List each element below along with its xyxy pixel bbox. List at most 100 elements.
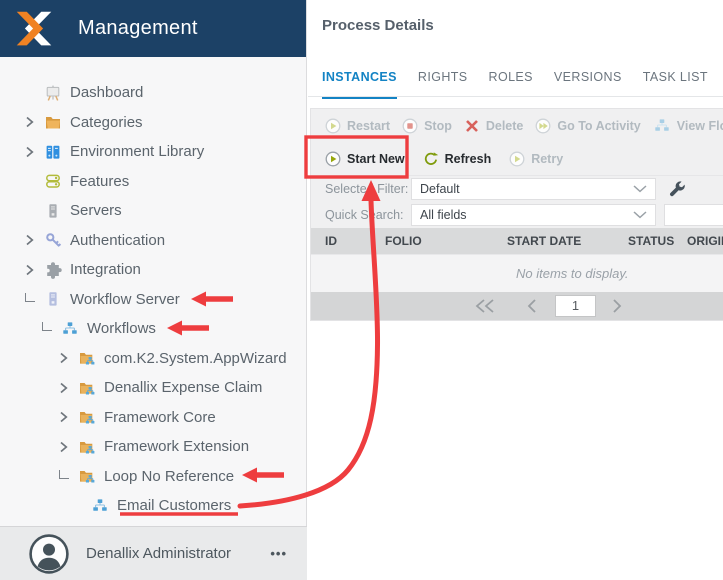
process-folder-icon <box>77 378 96 397</box>
sidebar-item-loop-no-reference[interactable]: Loop No Reference <box>0 462 306 492</box>
wrench-icon <box>668 180 686 198</box>
user-bar: Denallix Administrator ••• <box>0 526 307 580</box>
process-folder-icon <box>77 467 96 486</box>
library-icon <box>43 142 62 161</box>
tab-versions[interactable]: VERSIONS <box>554 70 622 99</box>
chevron-right-icon[interactable] <box>22 116 38 128</box>
quick-search-field-dropdown[interactable]: All fields <box>411 204 656 226</box>
sidebar-item-authentication[interactable]: Authentication <box>0 226 306 256</box>
delete-x-icon <box>464 118 480 134</box>
pager-previous-button[interactable] <box>526 298 538 314</box>
toolbar-row-1: Restart Stop Delete Go To Activity View … <box>311 109 723 142</box>
double-chevron-left-icon <box>474 298 496 314</box>
quick-search-input[interactable] <box>664 204 723 226</box>
chevron-right-icon[interactable] <box>56 441 72 453</box>
k2-logo-icon <box>16 11 52 45</box>
play-icon <box>325 118 341 134</box>
table-header: ID FOLIO START DATE STATUS ORIGINATOR <box>311 228 723 254</box>
sidebar-item-appwizard[interactable]: com.K2.System.AppWizard <box>0 344 306 374</box>
instances-panel: Restart Stop Delete Go To Activity View … <box>310 108 723 321</box>
sidebar-item-framework-extension[interactable]: Framework Extension <box>0 432 306 462</box>
pager-first-button[interactable] <box>474 298 496 314</box>
sidebar-item-denallix-expense-claim[interactable]: Denallix Expense Claim <box>0 373 306 403</box>
sidebar-item-workflows[interactable]: Workflows <box>0 314 306 344</box>
double-play-icon <box>535 118 551 134</box>
user-name: Denallix Administrator <box>86 545 232 562</box>
sidebar-item-framework-core[interactable]: Framework Core <box>0 403 306 433</box>
pagination-bar: 1 <box>311 292 723 320</box>
pager-next-button[interactable] <box>611 298 623 314</box>
tab-divider <box>308 96 723 97</box>
retry-button[interactable]: Retry <box>509 151 563 167</box>
chevron-left-icon <box>526 298 538 314</box>
restart-button[interactable]: Restart <box>325 118 390 134</box>
tab-roles[interactable]: ROLES <box>489 70 533 99</box>
key-icon <box>43 231 62 250</box>
view-flow-icon <box>653 117 671 135</box>
tab-instances[interactable]: INSTANCES <box>322 70 397 99</box>
chevron-right-icon[interactable] <box>56 411 72 423</box>
sidebar-item-dashboard[interactable]: Dashboard <box>0 78 306 108</box>
folder-icon <box>43 113 62 132</box>
column-header-folio[interactable]: FOLIO <box>385 234 507 248</box>
workflow-icon <box>60 319 79 338</box>
k2-management-window: Management Dashboard Categories Environm… <box>0 0 723 580</box>
process-folder-icon <box>77 408 96 427</box>
column-header-originator[interactable]: ORIGINATOR <box>687 234 723 248</box>
delete-button[interactable]: Delete <box>464 118 523 134</box>
refresh-icon <box>423 151 439 167</box>
app-title: Management <box>78 17 198 39</box>
tab-task-list[interactable]: TASK LIST <box>643 70 708 99</box>
collapse-icon[interactable] <box>39 322 55 335</box>
column-header-status[interactable]: STATUS <box>628 234 687 248</box>
quick-search-label: Quick Search: <box>325 208 404 222</box>
stop-icon <box>402 118 418 134</box>
user-menu-button[interactable]: ••• <box>270 546 287 561</box>
toolbar-row-2: Start New Refresh Retry <box>311 142 723 175</box>
chevron-right-icon[interactable] <box>56 352 72 364</box>
column-header-id[interactable]: ID <box>325 234 385 248</box>
process-folder-icon <box>77 437 96 456</box>
play-icon <box>509 151 525 167</box>
server-blue-icon <box>43 290 62 309</box>
server-icon <box>43 201 62 220</box>
tab-bar: INSTANCES RIGHTS ROLES VERSIONS TASK LIS… <box>322 70 723 99</box>
sidebar-item-integration[interactable]: Integration <box>0 255 306 285</box>
collapse-icon[interactable] <box>56 469 72 483</box>
go-to-activity-button[interactable]: Go To Activity <box>535 118 641 134</box>
avatar <box>29 534 69 574</box>
pager-page-input[interactable]: 1 <box>555 295 596 317</box>
easel-icon <box>43 83 62 102</box>
stop-button[interactable]: Stop <box>402 118 452 134</box>
column-header-start-date[interactable]: START DATE <box>507 234 628 248</box>
chevron-down-icon <box>633 211 647 219</box>
table-empty-row: No items to display. <box>311 254 723 292</box>
sidebar-header: Management <box>0 0 306 57</box>
chevron-down-icon <box>633 185 647 193</box>
selected-filter-row: Selected Filter: Default <box>311 175 723 202</box>
quick-search-row: Quick Search: All fields <box>311 202 723 228</box>
sidebar-item-servers[interactable]: Servers <box>0 196 306 226</box>
start-new-button[interactable]: Start New <box>325 151 405 167</box>
chevron-right-icon[interactable] <box>22 146 38 158</box>
puzzle-icon <box>43 260 62 279</box>
sidebar-item-categories[interactable]: Categories <box>0 108 306 138</box>
page-title: Process Details <box>322 17 434 34</box>
sidebar-item-workflow-server[interactable]: Workflow Server <box>0 285 306 315</box>
refresh-button[interactable]: Refresh <box>423 151 491 167</box>
sidebar-item-email-customers[interactable]: Email Customers <box>0 491 306 521</box>
view-flow-button[interactable]: View Flow <box>653 117 723 135</box>
selected-filter-label: Selected Filter: <box>325 182 409 196</box>
selected-filter-dropdown[interactable]: Default <box>411 178 656 200</box>
navigation-tree: Dashboard Categories Environment Library… <box>0 57 306 521</box>
chevron-right-icon[interactable] <box>56 382 72 394</box>
tab-rights[interactable]: RIGHTS <box>418 70 468 99</box>
sidebar-item-features[interactable]: Features <box>0 167 306 197</box>
filter-settings-button[interactable] <box>668 180 686 198</box>
chevron-right-icon[interactable] <box>22 234 38 246</box>
chevron-right-icon[interactable] <box>22 264 38 276</box>
features-icon <box>43 172 62 191</box>
collapse-icon[interactable] <box>22 292 38 306</box>
sidebar-item-environment-library[interactable]: Environment Library <box>0 137 306 167</box>
process-folder-icon <box>77 349 96 368</box>
